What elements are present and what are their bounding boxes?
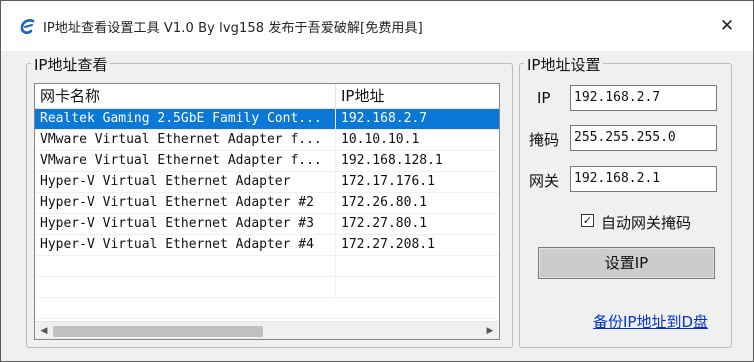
empty-row <box>35 256 499 277</box>
list-row[interactable]: VMware Virtual Ethernet Adapter f... 192… <box>35 151 499 172</box>
backup-ip-link[interactable]: 备份IP地址到D盘 <box>593 311 708 332</box>
column-header-ip[interactable]: IP地址 <box>336 84 499 108</box>
scroll-left-icon[interactable]: ◀ <box>37 322 51 339</box>
mask-input[interactable]: 255.255.255.0 <box>570 125 717 151</box>
list-row[interactable]: Hyper-V Virtual Ethernet Adapter #3 172.… <box>35 214 499 235</box>
app-logo-icon <box>20 19 35 34</box>
auto-mask-label: 自动网关掩码 <box>601 214 692 232</box>
list-rows: Realtek Gaming 2.5GbE Family Cont... 192… <box>35 109 499 319</box>
adapter-ip: 10.10.10.1 <box>341 132 420 147</box>
adapter-name: Realtek Gaming 2.5GbE Family Cont... <box>40 111 322 126</box>
adapter-ip: 192.168.128.1 <box>341 153 443 168</box>
gateway-label: 网关 <box>529 172 560 190</box>
mask-label: 掩码 <box>529 131 560 149</box>
close-button[interactable]: ✕ <box>714 13 740 39</box>
list-row[interactable]: VMware Virtual Ethernet Adapter f... 10.… <box>35 130 499 151</box>
gateway-input[interactable]: 192.168.2.1 <box>570 166 717 192</box>
window-title: IP地址查看设置工具 V1.0 By lvg158 发布于吾爱破解[免费用具] <box>43 21 423 36</box>
list-row[interactable]: Hyper-V Virtual Ethernet Adapter #4 172.… <box>35 235 499 256</box>
adapter-ip: 172.26.80.1 <box>341 195 428 210</box>
adapter-name: Hyper-V Virtual Ethernet Adapter <box>40 174 291 189</box>
adapter-name: Hyper-V Virtual Ethernet Adapter #2 <box>40 195 314 210</box>
adapter-name: VMware Virtual Ethernet Adapter f... <box>40 132 322 147</box>
ip-settings-title: IP地址设置 <box>524 54 604 75</box>
adapter-ip: 172.17.176.1 <box>341 174 435 189</box>
list-row[interactable]: Hyper-V Virtual Ethernet Adapter #2 172.… <box>35 193 499 214</box>
list-row[interactable]: Realtek Gaming 2.5GbE Family Cont... 192… <box>35 109 499 130</box>
adapter-list[interactable]: 网卡名称 IP地址 Realtek Gaming 2.5GbE Family C… <box>34 83 500 340</box>
scroll-thumb[interactable] <box>53 326 263 337</box>
list-header: 网卡名称 IP地址 <box>35 84 499 109</box>
ip-label: IP <box>537 89 551 107</box>
ip-input[interactable]: 192.168.2.7 <box>570 85 717 111</box>
title-bar[interactable]: IP地址查看设置工具 V1.0 By lvg158 发布于吾爱破解[免费用具] … <box>1 1 753 51</box>
column-header-name[interactable]: 网卡名称 <box>35 84 335 108</box>
list-row[interactable]: Hyper-V Virtual Ethernet Adapter 172.17.… <box>35 172 499 193</box>
scroll-right-icon[interactable]: ▶ <box>483 322 497 339</box>
empty-row <box>35 277 499 298</box>
column-divider <box>335 109 336 299</box>
horizontal-scrollbar[interactable]: ◀ ▶ <box>35 321 499 339</box>
app-window: IP地址查看设置工具 V1.0 By lvg158 发布于吾爱破解[免费用具] … <box>0 0 754 362</box>
empty-row <box>35 298 499 319</box>
checkbox-check-icon[interactable]: ✓ <box>581 214 594 227</box>
adapter-ip: 192.168.2.7 <box>341 111 428 126</box>
adapter-ip: 172.27.80.1 <box>341 216 428 231</box>
adapter-name: Hyper-V Virtual Ethernet Adapter #3 <box>40 216 314 231</box>
ip-view-title: IP地址查看 <box>31 54 111 75</box>
adapter-name: VMware Virtual Ethernet Adapter f... <box>40 153 322 168</box>
adapter-ip: 172.27.208.1 <box>341 237 435 252</box>
set-ip-button[interactable]: 设置IP <box>538 247 715 279</box>
adapter-name: Hyper-V Virtual Ethernet Adapter #4 <box>40 237 314 252</box>
